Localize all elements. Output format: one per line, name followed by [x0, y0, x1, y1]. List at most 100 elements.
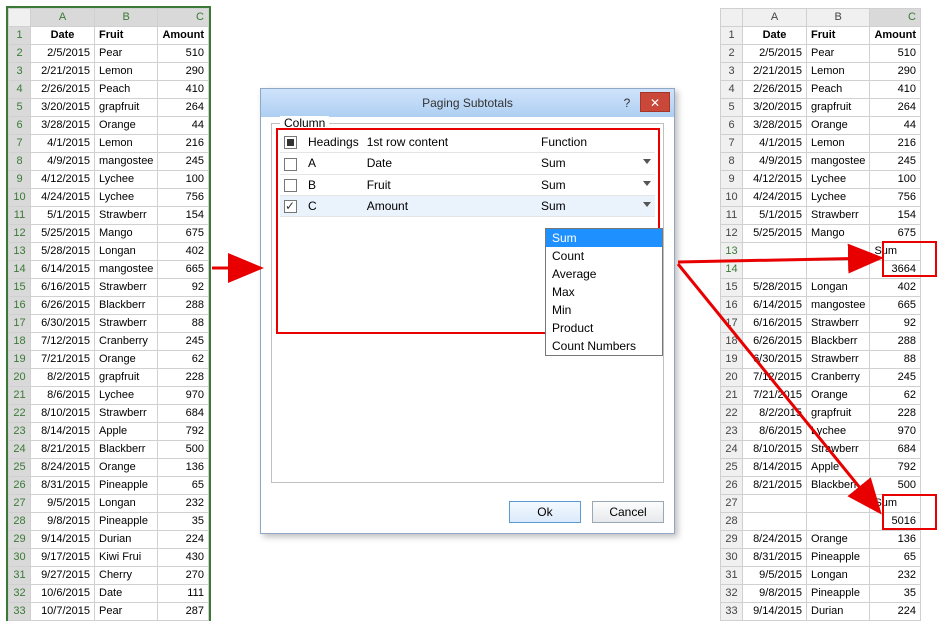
- row-header-3[interactable]: 3: [721, 63, 743, 81]
- table-row[interactable]: 319/27/2015Cherry270: [9, 567, 209, 585]
- header-cell[interactable]: Date: [31, 27, 95, 45]
- table-row[interactable]: 84/9/2015mangostee245: [9, 153, 209, 171]
- table-row[interactable]: 32/21/2015Lemon290: [9, 63, 209, 81]
- table-row[interactable]: 308/31/2015Pineapple65: [721, 549, 921, 567]
- table-row[interactable]: 218/6/2015Lychee970: [9, 387, 209, 405]
- table-row[interactable]: 279/5/2015Longan232: [9, 495, 209, 513]
- row-header-3[interactable]: 3: [9, 63, 31, 81]
- table-row[interactable]: 339/14/2015Durian224: [721, 603, 921, 621]
- row-header-28[interactable]: 28: [9, 513, 31, 531]
- table-row[interactable]: 125/25/2015Mango675: [721, 225, 921, 243]
- function-a-select[interactable]: Sum: [537, 153, 655, 174]
- row-header-14[interactable]: 14: [9, 261, 31, 279]
- table-row[interactable]: 32/21/2015Lemon290: [721, 63, 921, 81]
- table-row[interactable]: 176/30/2015Strawberr88: [9, 315, 209, 333]
- row-header-2[interactable]: 2: [721, 45, 743, 63]
- table-row[interactable]: 125/25/2015Mango675: [9, 225, 209, 243]
- row-header-19[interactable]: 19: [721, 351, 743, 369]
- row-header-31[interactable]: 31: [9, 567, 31, 585]
- row-header-16[interactable]: 16: [9, 297, 31, 315]
- row-header-27[interactable]: 27: [9, 495, 31, 513]
- row-header-23[interactable]: 23: [721, 423, 743, 441]
- left-spreadsheet[interactable]: ABC1DateFruitAmount22/5/2015Pear51032/21…: [8, 8, 209, 621]
- row-header-1[interactable]: 1: [9, 27, 31, 45]
- function-dropdown[interactable]: SumCountAverageMaxMinProductCount Number…: [545, 228, 663, 356]
- table-row[interactable]: 22/5/2015Pear510: [721, 45, 921, 63]
- select-all-cell[interactable]: [9, 9, 31, 27]
- table-row[interactable]: 63/28/2015Orange44: [721, 117, 921, 135]
- row-header-25[interactable]: 25: [721, 459, 743, 477]
- table-row[interactable]: 197/21/2015Orange62: [9, 351, 209, 369]
- row-header-33[interactable]: 33: [9, 603, 31, 621]
- row-header-1[interactable]: 1: [721, 27, 743, 45]
- row-header-8[interactable]: 8: [9, 153, 31, 171]
- row-header-28[interactable]: 28: [721, 513, 743, 531]
- table-row[interactable]: 53/20/2015grapfruit264: [9, 99, 209, 117]
- table-row[interactable]: 248/10/2015Strawberr684: [721, 441, 921, 459]
- col-header-C[interactable]: C: [870, 9, 921, 27]
- row-header-21[interactable]: 21: [9, 387, 31, 405]
- table-row[interactable]: 238/6/2015Lychee970: [721, 423, 921, 441]
- row-header-6[interactable]: 6: [721, 117, 743, 135]
- dropdown-option[interactable]: Max: [546, 283, 662, 301]
- header-cell[interactable]: Date: [743, 27, 807, 45]
- row-header-31[interactable]: 31: [721, 567, 743, 585]
- table-row[interactable]: 42/26/2015Peach410: [9, 81, 209, 99]
- row-header-4[interactable]: 4: [721, 81, 743, 99]
- checkbox-c[interactable]: [284, 200, 297, 213]
- close-icon[interactable]: ✕: [640, 92, 670, 112]
- row-header-17[interactable]: 17: [721, 315, 743, 333]
- table-row[interactable]: 258/14/2015Apple792: [721, 459, 921, 477]
- table-row[interactable]: 146/14/2015mangostee665: [9, 261, 209, 279]
- table-row[interactable]: 207/12/2015Cranberry245: [721, 369, 921, 387]
- dropdown-option[interactable]: Sum: [546, 229, 662, 247]
- table-row[interactable]: 285016: [721, 513, 921, 531]
- row-header-2[interactable]: 2: [9, 45, 31, 63]
- row-header-12[interactable]: 12: [721, 225, 743, 243]
- row-header-20[interactable]: 20: [721, 369, 743, 387]
- row-header-21[interactable]: 21: [721, 387, 743, 405]
- row-header-18[interactable]: 18: [721, 333, 743, 351]
- row-header-24[interactable]: 24: [721, 441, 743, 459]
- table-row[interactable]: 238/14/2015Apple792: [9, 423, 209, 441]
- row-header-14[interactable]: 14: [721, 261, 743, 279]
- row-header-17[interactable]: 17: [9, 315, 31, 333]
- row-header-30[interactable]: 30: [9, 549, 31, 567]
- table-row[interactable]: 258/24/2015Orange136: [9, 459, 209, 477]
- row-header-32[interactable]: 32: [9, 585, 31, 603]
- cancel-button[interactable]: Cancel: [592, 501, 664, 523]
- row-header-20[interactable]: 20: [9, 369, 31, 387]
- row-header-32[interactable]: 32: [721, 585, 743, 603]
- table-row[interactable]: 268/21/2015Blackberr500: [721, 477, 921, 495]
- dropdown-option[interactable]: Min: [546, 301, 662, 319]
- option-row-a[interactable]: A Date Sum: [280, 153, 655, 174]
- table-row[interactable]: 166/14/2015mangostee665: [721, 297, 921, 315]
- table-row[interactable]: 115/1/2015Strawberr154: [721, 207, 921, 225]
- row-header-27[interactable]: 27: [721, 495, 743, 513]
- row-header-19[interactable]: 19: [9, 351, 31, 369]
- table-row[interactable]: 3210/6/2015Date111: [9, 585, 209, 603]
- checkbox-b[interactable]: [284, 179, 297, 192]
- table-row[interactable]: 22/5/2015Pear510: [9, 45, 209, 63]
- table-row[interactable]: 63/28/2015Orange44: [9, 117, 209, 135]
- function-b-select[interactable]: Sum: [537, 174, 655, 195]
- table-row[interactable]: 217/21/2015Orange62: [721, 387, 921, 405]
- row-header-8[interactable]: 8: [721, 153, 743, 171]
- table-row[interactable]: 186/26/2015Blackberr288: [721, 333, 921, 351]
- table-row[interactable]: 104/24/2015Lychee756: [721, 189, 921, 207]
- table-row[interactable]: 166/26/2015Blackberr288: [9, 297, 209, 315]
- table-row[interactable]: 228/2/2015grapfruit228: [721, 405, 921, 423]
- help-icon[interactable]: ?: [616, 93, 638, 113]
- table-row[interactable]: 176/16/2015Strawberr92: [721, 315, 921, 333]
- table-row[interactable]: 27Sum: [721, 495, 921, 513]
- row-header-7[interactable]: 7: [721, 135, 743, 153]
- dialog-titlebar[interactable]: Paging Subtotals ? ✕: [261, 89, 674, 117]
- select-all-cell[interactable]: [721, 9, 743, 27]
- row-header-18[interactable]: 18: [9, 333, 31, 351]
- row-header-13[interactable]: 13: [9, 243, 31, 261]
- row-header-23[interactable]: 23: [9, 423, 31, 441]
- table-row[interactable]: 298/24/2015Orange136: [721, 531, 921, 549]
- dropdown-option[interactable]: Count Numbers: [546, 337, 662, 355]
- row-header-9[interactable]: 9: [721, 171, 743, 189]
- table-row[interactable]: 74/1/2015Lemon216: [721, 135, 921, 153]
